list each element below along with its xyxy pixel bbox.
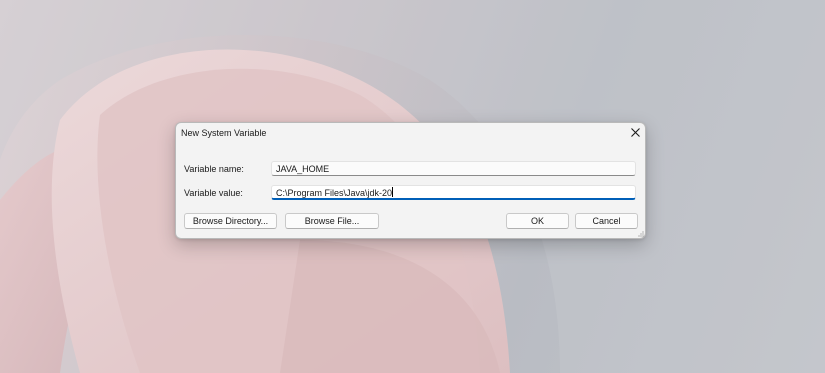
cancel-button[interactable]: Cancel (575, 213, 638, 229)
variable-value-text: C:\Program Files\Java\jdk-20 (276, 188, 393, 198)
browse-directory-button[interactable]: Browse Directory... (184, 213, 277, 229)
desktop: New System Variable Variable name: JAVA_… (0, 0, 825, 373)
text-caret (392, 187, 394, 197)
variable-name-input[interactable]: JAVA_HOME (271, 161, 636, 176)
close-icon (630, 127, 640, 137)
close-button[interactable] (627, 124, 643, 140)
variable-value-input[interactable]: C:\Program Files\Java\jdk-20 (271, 185, 636, 200)
variable-value-label: Variable value: (184, 188, 243, 198)
variable-name-value: JAVA_HOME (276, 164, 330, 174)
ok-button[interactable]: OK (506, 213, 569, 229)
resize-grip-icon[interactable] (638, 231, 644, 237)
dialog-title: New System Variable (181, 128, 267, 138)
variable-name-label: Variable name: (184, 164, 244, 174)
browse-file-button[interactable]: Browse File... (285, 213, 379, 229)
new-system-variable-dialog: New System Variable Variable name: JAVA_… (175, 122, 646, 239)
